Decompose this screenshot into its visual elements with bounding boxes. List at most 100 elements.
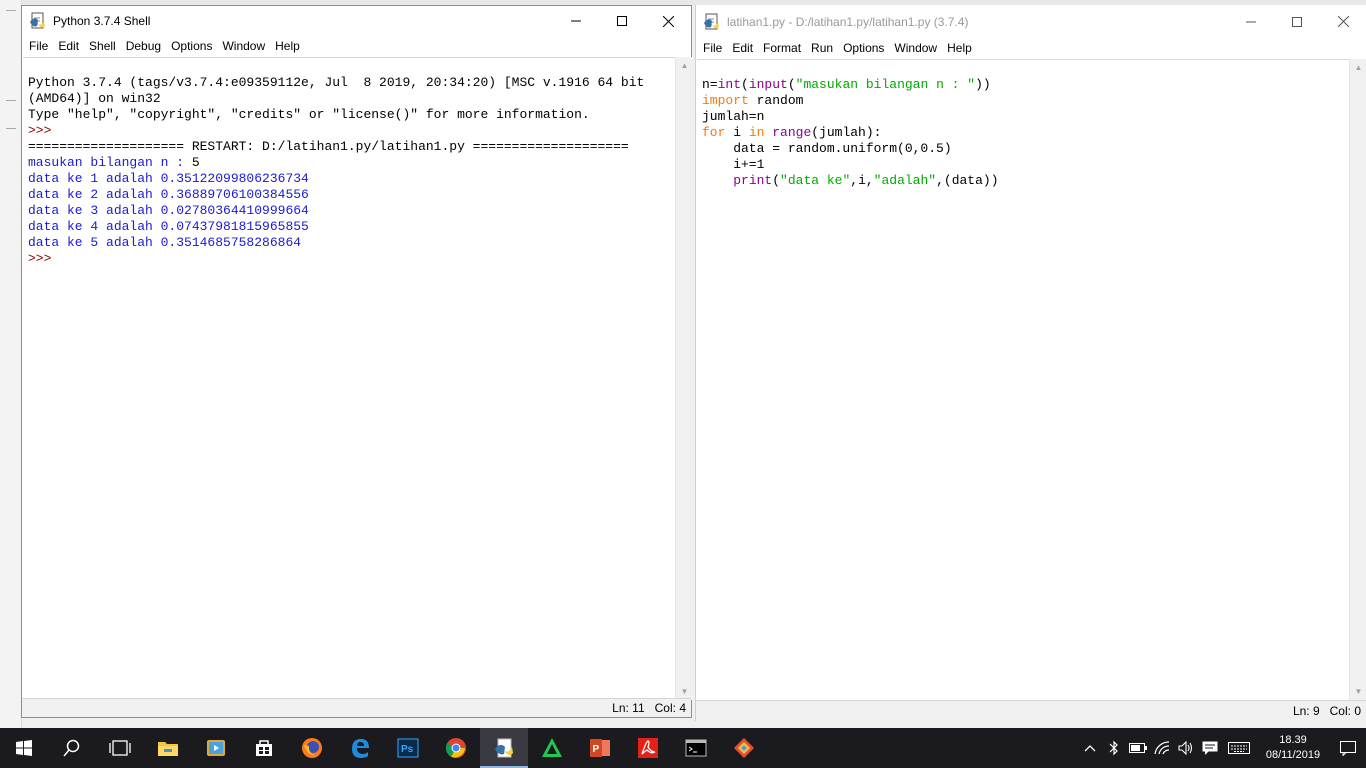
start-button[interactable] — [0, 728, 48, 768]
powerpoint-icon: P — [590, 739, 610, 757]
input-indicator-button[interactable] — [1198, 728, 1222, 768]
banner-line: Python 3.7.4 (tags/v3.7.4:e09359112e, Ju… — [28, 75, 645, 90]
close-button[interactable] — [1320, 5, 1366, 38]
code-line: for i in range(jumlah): — [702, 125, 882, 140]
edge-icon — [352, 739, 369, 758]
shell-scrollbar[interactable]: ▲ ▼ — [675, 57, 692, 700]
menu-run[interactable]: Run — [806, 38, 838, 58]
maximize-button[interactable] — [599, 6, 645, 36]
scroll-down-arrow-icon[interactable]: ▼ — [1350, 683, 1366, 700]
svg-text:Ps: Ps — [401, 744, 414, 755]
taskbar-store[interactable] — [240, 728, 288, 768]
taskbar-photoshop[interactable]: Ps — [384, 728, 432, 768]
cursor-line: Ln: 11 — [612, 701, 645, 715]
menu-window[interactable]: Window — [217, 36, 270, 56]
keyboard-icon — [1228, 742, 1250, 754]
python-file-icon — [704, 13, 719, 29]
restart-line: ==================== RESTART: D:/latihan… — [28, 139, 629, 154]
menu-debug[interactable]: Debug — [121, 36, 166, 56]
menu-options[interactable]: Options — [838, 38, 889, 58]
output-line: data ke 3 adalah 0.02780364410999664 — [28, 203, 309, 218]
taskbar-powerpoint[interactable]: P — [576, 728, 624, 768]
taskbar-firefox[interactable] — [288, 728, 336, 768]
python-shell-window: Python 3.7.4 Shell File Edit Shell Debug… — [21, 5, 692, 718]
menu-edit[interactable]: Edit — [727, 38, 758, 58]
keyboard-button[interactable] — [1222, 728, 1256, 768]
file-explorer-icon — [158, 742, 178, 756]
show-hidden-icons-button[interactable] — [1078, 728, 1102, 768]
clock-time: 18.39 — [1279, 734, 1307, 746]
minimize-button[interactable] — [553, 6, 599, 36]
task-view-icon — [109, 740, 131, 756]
banner-line: (AMD64)] on win32 — [28, 91, 161, 106]
output-line: data ke 4 adalah 0.07437981815965855 — [28, 219, 309, 234]
minimize-button[interactable] — [1228, 5, 1274, 38]
shell-titlebar[interactable]: Python 3.7.4 Shell — [22, 6, 691, 36]
bluetooth-button[interactable] — [1102, 728, 1126, 768]
start-icon — [16, 740, 32, 756]
menu-window[interactable]: Window — [889, 38, 942, 58]
editor-scrollbar[interactable]: ▲ ▼ — [1349, 59, 1366, 700]
close-icon — [662, 15, 674, 27]
cursor-col: Col: 4 — [654, 701, 686, 715]
maximize-button[interactable] — [1274, 5, 1320, 38]
background-window-edge — [0, 0, 22, 728]
code-editor-area[interactable]: n=int(input("masukan bilangan n : ")) imp… — [697, 59, 1349, 700]
taskbar-terminal[interactable] — [672, 728, 720, 768]
menu-shell[interactable]: Shell — [84, 36, 121, 56]
volume-button[interactable] — [1174, 728, 1198, 768]
output-line: data ke 1 adalah 0.35122099806236734 — [28, 171, 309, 186]
editor-statusbar: Ln: 9 Col: 0 — [696, 700, 1366, 721]
taskbar-acrobat[interactable] — [624, 728, 672, 768]
taskbar-file-explorer[interactable] — [144, 728, 192, 768]
clock[interactable]: 18.39 08/11/2019 — [1256, 733, 1330, 763]
svg-text:P: P — [593, 744, 600, 755]
input-prompt: masukan bilangan n : — [28, 155, 192, 170]
search-button[interactable] — [48, 728, 96, 768]
code-line: n=int(input("masukan bilangan n : ")) — [702, 77, 991, 92]
menu-help[interactable]: Help — [942, 38, 977, 58]
editor-titlebar[interactable]: latihan1.py - D:/latihan1.py/latihan1.py… — [696, 5, 1366, 38]
terminal-icon — [685, 739, 707, 757]
wifi-icon — [1154, 741, 1170, 755]
menu-options[interactable]: Options — [166, 36, 217, 56]
taskbar-edge[interactable] — [336, 728, 384, 768]
code-line: data = random.uniform(0,0.5) — [702, 141, 952, 156]
green-app-icon — [542, 738, 562, 757]
input-value: 5 — [191, 155, 200, 170]
taskbar-green-app[interactable] — [528, 728, 576, 768]
taskbar: Ps P 18.39 08/11/2019 — [0, 728, 1366, 768]
wifi-button[interactable] — [1150, 728, 1174, 768]
battery-button[interactable] — [1126, 728, 1150, 768]
store-icon — [256, 740, 272, 756]
menu-format[interactable]: Format — [758, 38, 806, 58]
taskbar-chrome[interactable] — [432, 728, 480, 768]
taskbar-media-player[interactable] — [192, 728, 240, 768]
shell-prompt: >>> — [28, 251, 60, 266]
maximize-icon — [1292, 16, 1302, 27]
bluetooth-icon — [1109, 740, 1118, 756]
taskbar-python-idle[interactable] — [480, 728, 528, 768]
media-player-icon — [207, 740, 225, 756]
acrobat-icon — [638, 738, 658, 758]
code-line: import random — [702, 93, 804, 108]
photoshop-icon: Ps — [397, 738, 419, 758]
menu-file[interactable]: File — [698, 38, 727, 58]
battery-icon — [1129, 743, 1147, 753]
taskbar-git[interactable] — [720, 728, 768, 768]
shell-menubar: File Edit Shell Debug Options Window Hel… — [22, 36, 691, 56]
code-line: jumlah=n — [702, 109, 765, 124]
menu-help[interactable]: Help — [270, 36, 305, 56]
scroll-up-arrow-icon[interactable]: ▲ — [1350, 59, 1366, 76]
shell-output-area[interactable]: Python 3.7.4 (tags/v3.7.4:e09359112e, Ju… — [23, 57, 675, 700]
cursor-col: Col: 0 — [1329, 704, 1361, 718]
volume-icon — [1178, 741, 1193, 755]
close-button[interactable] — [645, 6, 691, 36]
notification-center-button[interactable] — [1330, 728, 1366, 768]
task-view-button[interactable] — [96, 728, 144, 768]
scroll-up-arrow-icon[interactable]: ▲ — [676, 57, 693, 74]
menu-edit[interactable]: Edit — [53, 36, 84, 56]
code-line: i+=1 — [702, 157, 765, 172]
menu-file[interactable]: File — [24, 36, 53, 56]
window-title: Python 3.7.4 Shell — [53, 14, 151, 28]
